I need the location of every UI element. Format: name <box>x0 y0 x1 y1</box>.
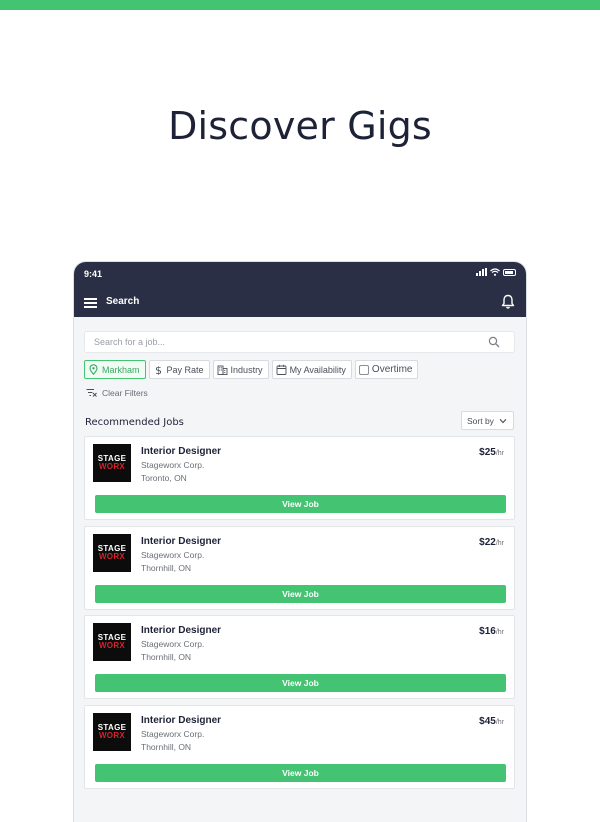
building-icon <box>217 365 227 375</box>
location-pin-icon <box>89 364 98 375</box>
job-rate: $22/hr <box>479 536 504 548</box>
sort-label: Sort by <box>467 415 494 426</box>
job-card[interactable]: STAGE WORX Interior Designer Stageworx C… <box>84 525 515 610</box>
clear-filter-icon <box>86 389 97 397</box>
search-icon[interactable] <box>488 336 500 348</box>
job-company: Stageworx Corp. <box>141 460 205 470</box>
recommended-jobs-heading: Recommended Jobs <box>85 417 184 428</box>
clear-filters-label: Clear Filters <box>102 388 148 398</box>
calendar-icon <box>276 364 287 375</box>
top-accent-bar <box>0 0 600 10</box>
search-input[interactable] <box>85 332 465 352</box>
job-location: Thornhill, ON <box>141 562 192 573</box>
filter-chip-overtime[interactable]: Overtime <box>354 360 419 379</box>
phone-screen: 9:41 Search Markham $ Pay Rate <box>74 262 526 822</box>
clear-filters-button[interactable]: Clear Filters <box>86 388 148 398</box>
job-title: Interior Designer <box>141 446 222 457</box>
job-rate: $25/hr <box>479 447 504 458</box>
job-location: Thornhill, ON <box>141 741 192 752</box>
sort-dropdown[interactable]: Sort by <box>461 411 514 430</box>
dollar-icon: $ <box>155 364 162 375</box>
filter-chip-pay-rate[interactable]: $ Pay Rate <box>148 360 210 379</box>
job-company: Stageworx Corp. <box>141 728 205 739</box>
view-job-button[interactable]: View Job <box>95 495 506 513</box>
job-title: Interior Designer <box>141 714 222 726</box>
view-job-button[interactable]: View Job <box>95 674 506 692</box>
job-location: Toronto, ON <box>141 473 187 483</box>
view-job-button[interactable]: View Job <box>95 763 506 782</box>
filter-chip-industry[interactable]: Industry <box>212 360 269 379</box>
page-title: Discover Gigs <box>168 104 432 148</box>
job-rate: $16/hr <box>479 626 504 637</box>
company-logo: STAGE WORX <box>93 533 131 572</box>
filter-chip-label: Pay Rate <box>166 364 204 375</box>
company-logo: STAGE WORX <box>93 623 131 661</box>
company-logo: STAGE WORX <box>93 712 131 751</box>
filter-chip-label: Overtime <box>371 364 413 375</box>
status-time: 9:41 <box>84 269 103 279</box>
job-card[interactable]: STAGE WORX Interior Designer Stageworx C… <box>84 615 515 699</box>
job-company: Stageworx Corp. <box>141 639 205 649</box>
job-card[interactable]: STAGE WORX Interior Designer Stageworx C… <box>84 436 515 520</box>
chevron-down-icon <box>499 418 507 423</box>
job-card[interactable]: STAGE WORX Interior Designer Stageworx C… <box>84 704 515 789</box>
filter-chip-label: Industry <box>230 364 263 375</box>
filter-chips: Markham $ Pay Rate Industry My Availabil… <box>84 360 419 379</box>
search-field[interactable] <box>84 331 515 353</box>
filter-chip-availability[interactable]: My Availability <box>271 360 352 379</box>
battery-icon <box>503 268 516 276</box>
filter-chip-location[interactable]: Markham <box>84 360 146 379</box>
wifi-icon <box>490 268 500 276</box>
checkbox-icon[interactable] <box>358 364 369 375</box>
job-company: Stageworx Corp. <box>141 549 205 560</box>
bell-icon[interactable] <box>501 294 515 310</box>
job-rate: $45/hr <box>479 715 504 727</box>
job-list: STAGE WORX Interior Designer Stageworx C… <box>84 436 515 794</box>
filter-chip-label: Markham <box>102 364 140 375</box>
job-title: Interior Designer <box>141 625 222 636</box>
status-icons <box>476 268 516 276</box>
app-bar: 9:41 Search <box>74 262 526 317</box>
job-location: Thornhill, ON <box>141 652 192 662</box>
company-logo: STAGE WORX <box>93 444 131 482</box>
app-bar-title: Search <box>106 296 140 307</box>
svg-text:$: $ <box>155 364 162 375</box>
filter-chip-label: My Availability <box>289 364 346 375</box>
view-job-button[interactable]: View Job <box>95 584 506 603</box>
job-title: Interior Designer <box>141 535 222 547</box>
signal-icon <box>476 268 487 276</box>
hamburger-menu-icon[interactable] <box>84 298 97 308</box>
